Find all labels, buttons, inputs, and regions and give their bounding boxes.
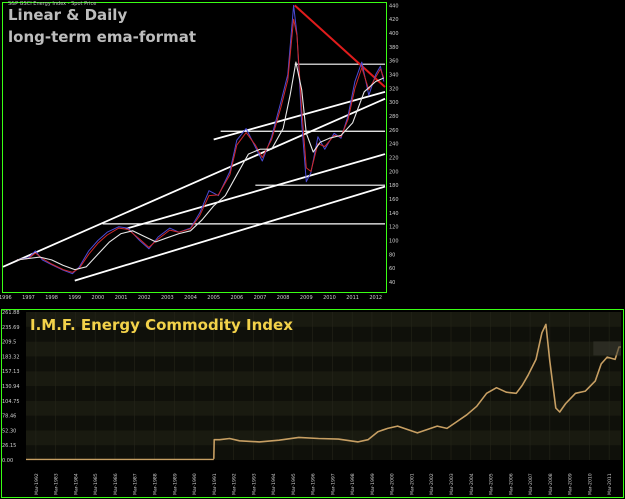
x-tick-label: Mar-2002 (429, 473, 435, 495)
y-tick-label: 209.5 (2, 340, 16, 346)
chart-title-line1: Linear & Daily (8, 6, 128, 24)
y-tick-label: 420 (389, 17, 399, 23)
x-tick-label: Mar-1997 (330, 473, 336, 495)
x-tick-label: 2007 (254, 295, 267, 301)
bottom-grid (26, 312, 621, 460)
x-tick-label: 2001 (115, 295, 128, 301)
top-y-axis: 40 60 80 100 120 140 160 180 200 220 240 260 280 300 3… (389, 3, 399, 286)
y-tick-label: 240 (389, 142, 399, 148)
y-tick-label: 300 (389, 100, 399, 106)
x-tick-label: Mar-2006 (508, 473, 514, 495)
y-tick-label: 280 (389, 114, 399, 120)
x-tick-label: Mar-1999 (370, 473, 376, 495)
y-tick-label: 40 (389, 280, 395, 286)
x-tick-label: Mar-2010 (587, 473, 593, 495)
y-tick-label: 104.75 (2, 399, 20, 405)
x-tick-label: Mar-1995 (291, 473, 297, 495)
x-tick-label: 2012 (369, 295, 382, 301)
y-tick-label: 160 (389, 197, 399, 203)
imf-chart-title: I.M.F. Energy Commodity Index (30, 316, 293, 334)
x-tick-label: Mar-1993 (251, 473, 257, 495)
y-tick-label: 200 (389, 169, 399, 175)
x-tick-label: Mar-1986 (113, 473, 119, 495)
x-tick-label: Mar-1992 (232, 473, 238, 495)
top-x-axis: 1996 1997 1998 1999 2000 2001 2002 2003 2004 2005… (0, 295, 382, 301)
x-tick-label: 1996 (0, 295, 12, 301)
x-tick-label: Mar-2005 (489, 473, 495, 495)
y-tick-label: 360 (389, 59, 399, 65)
y-tick-label: 183.32 (2, 354, 20, 360)
bottom-chart: 0.00 26.15 52.30 78.46 104.75 130.94 157.13 183… (0, 308, 625, 499)
x-tick-label: 2003 (161, 295, 174, 301)
y-tick-label: 320 (389, 86, 399, 92)
y-tick-label: 130.94 (2, 384, 20, 390)
x-tick-label: 2008 (277, 295, 290, 301)
x-tick-label: Mar-2000 (390, 473, 396, 495)
y-tick-label: 440 (389, 3, 399, 9)
x-tick-label: Mar-2009 (568, 473, 574, 495)
x-tick-label: Mar-1987 (133, 473, 139, 495)
y-tick-label: 78.46 (2, 414, 16, 420)
x-tick-label: Mar-2007 (528, 473, 534, 495)
x-tick-label: Mar-2004 (469, 473, 475, 495)
x-tick-label: 2009 (300, 295, 313, 301)
y-tick-label: 340 (389, 73, 399, 79)
x-tick-label: Mar-1998 (350, 473, 356, 495)
x-tick-label: 2011 (346, 295, 359, 301)
y-tick-label: 220 (389, 156, 399, 162)
y-tick-label: 26.15 (2, 443, 16, 449)
y-tick-label: 235.69 (2, 325, 20, 331)
y-tick-label: 52.30 (2, 428, 16, 434)
y-tick-label: 180 (389, 183, 399, 189)
x-tick-label: Mar-1996 (311, 473, 317, 495)
x-tick-label: 2004 (184, 295, 197, 301)
x-tick-label: Mar-2001 (409, 473, 415, 495)
x-tick-label: Mar-1984 (73, 473, 79, 495)
x-tick-label: Mar-2008 (548, 473, 554, 495)
y-tick-label: 157.13 (2, 369, 20, 375)
x-tick-label: 1998 (45, 295, 58, 301)
x-tick-label: 1999 (68, 295, 81, 301)
y-tick-label: 140 (389, 211, 399, 217)
x-tick-label: 2000 (92, 295, 105, 301)
x-tick-label: Mar-1992 (34, 473, 40, 495)
x-tick-label: 2010 (323, 295, 336, 301)
x-tick-label: 2006 (230, 295, 243, 301)
y-tick-label: 400 (389, 31, 399, 37)
y-tick-label: 80 (389, 252, 395, 258)
x-tick-label: Mar-1989 (172, 473, 178, 495)
x-tick-label: Mar-1990 (192, 473, 198, 495)
y-tick-label: 60 (389, 266, 395, 272)
x-tick-label: Mar-2011 (607, 473, 613, 495)
y-tick-label: 261.88 (2, 310, 20, 316)
x-tick-label: 2002 (138, 295, 151, 301)
x-tick-label: Mar-1988 (152, 473, 158, 495)
y-tick-label: 100 (389, 239, 399, 245)
y-tick-label: 120 (389, 225, 399, 231)
x-tick-label: Mar-1994 (271, 473, 277, 495)
x-tick-label: 1997 (22, 295, 35, 301)
recent-range-box (593, 341, 621, 356)
x-tick-label: Mar-1985 (93, 473, 99, 495)
x-tick-label: 2005 (207, 295, 220, 301)
x-tick-label: Mar-1991 (212, 473, 218, 495)
x-tick-label: Mar-1983 (54, 473, 60, 495)
x-tick-label: Mar-2003 (449, 473, 455, 495)
y-tick-label: 0.00 (2, 458, 13, 464)
y-tick-label: 260 (389, 128, 399, 134)
y-tick-label: 380 (389, 45, 399, 51)
chart-title-line2: long-term ema-format (8, 28, 196, 46)
